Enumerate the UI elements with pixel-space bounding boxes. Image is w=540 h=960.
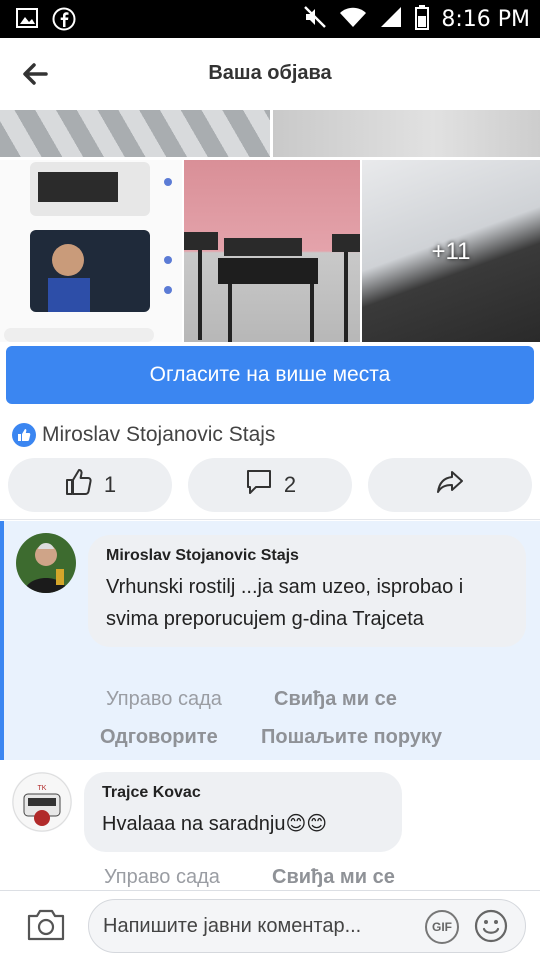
comment-like-link[interactable]: Свиђа ми се	[272, 866, 395, 889]
facebook-icon	[52, 7, 76, 36]
battery-icon	[415, 4, 430, 35]
gif-icon[interactable]: GIF	[425, 910, 459, 944]
comment-item: TK Trajce Kovac Hvalaaa na saradnju😊😊 Уп…	[0, 762, 540, 890]
mute-icon	[303, 5, 327, 34]
post-actions: 1 2	[0, 458, 540, 514]
thumbs-up-icon	[64, 467, 94, 503]
share-button[interactable]	[368, 458, 532, 512]
more-photos-count: +11	[431, 238, 471, 265]
like-button[interactable]: 1	[8, 458, 172, 512]
post-photo-2[interactable]	[273, 110, 540, 157]
like-badge-icon	[12, 423, 36, 447]
svg-text:TK: TK	[38, 785, 47, 792]
signal-icon	[379, 5, 403, 34]
reactions-summary[interactable]: Miroslav Stojanovic Stajs	[12, 420, 275, 450]
comment-placeholder: Напишите јавни коментар...	[103, 915, 362, 937]
comment-timestamp: Управо сада	[104, 866, 220, 888]
camera-icon[interactable]	[26, 907, 66, 943]
status-bar: 8:16 PM	[0, 0, 540, 38]
post-photo-3[interactable]	[0, 160, 182, 342]
page-title: Ваша објава	[208, 62, 332, 84]
reactor-name: Miroslav Stojanovic Stajs	[42, 423, 276, 446]
like-count: 1	[103, 472, 117, 497]
top-bar: Ваша објава	[0, 38, 540, 110]
comment-button[interactable]: 2	[188, 458, 352, 512]
comment-count: 2	[283, 472, 297, 497]
status-time: 8:16 PM	[441, 7, 530, 32]
comment-like-link[interactable]: Свиђа ми се	[274, 688, 397, 711]
post-photo-grid[interactable]: +11	[0, 110, 540, 342]
comment-timestamp: Управо сада	[106, 688, 222, 710]
post-photo-5[interactable]: +11	[362, 160, 540, 342]
avatar[interactable]: TK	[12, 772, 72, 832]
comment-author[interactable]: Miroslav Stojanovic Stajs	[106, 547, 508, 565]
wifi-icon	[339, 5, 367, 34]
comment-reply-link[interactable]: Одговорите	[100, 726, 218, 749]
comment-item: Miroslav Stojanovic Stajs Vrhunski rosti…	[0, 521, 540, 760]
comment-text: Hvalaaa na saradnju😊😊	[102, 813, 328, 835]
comment-bubble[interactable]: Trajce Kovac Hvalaaa na saradnju😊😊	[84, 772, 402, 852]
comment-icon	[244, 467, 274, 503]
emoji-icon[interactable]	[473, 908, 509, 944]
comment-text: Vrhunski rostilj ...ja sam uzeo, isproba…	[106, 576, 464, 630]
avatar[interactable]	[16, 533, 76, 593]
divider	[0, 519, 540, 520]
post-photo-4[interactable]	[184, 160, 360, 342]
comment-input[interactable]: Напишите јавни коментар... GIF	[88, 899, 526, 953]
comment-bubble[interactable]: Miroslav Stojanovic Stajs Vrhunski rosti…	[88, 535, 526, 647]
comment-author[interactable]: Trajce Kovac	[102, 784, 384, 802]
promote-button[interactable]: Огласите на више места	[6, 346, 534, 404]
comment-composer: Напишите јавни коментар... GIF	[0, 890, 540, 960]
post-photo-1[interactable]	[0, 110, 270, 157]
gallery-icon	[16, 7, 38, 36]
share-icon	[435, 467, 465, 503]
send-message-link[interactable]: Пошаљите поруку	[261, 726, 442, 749]
